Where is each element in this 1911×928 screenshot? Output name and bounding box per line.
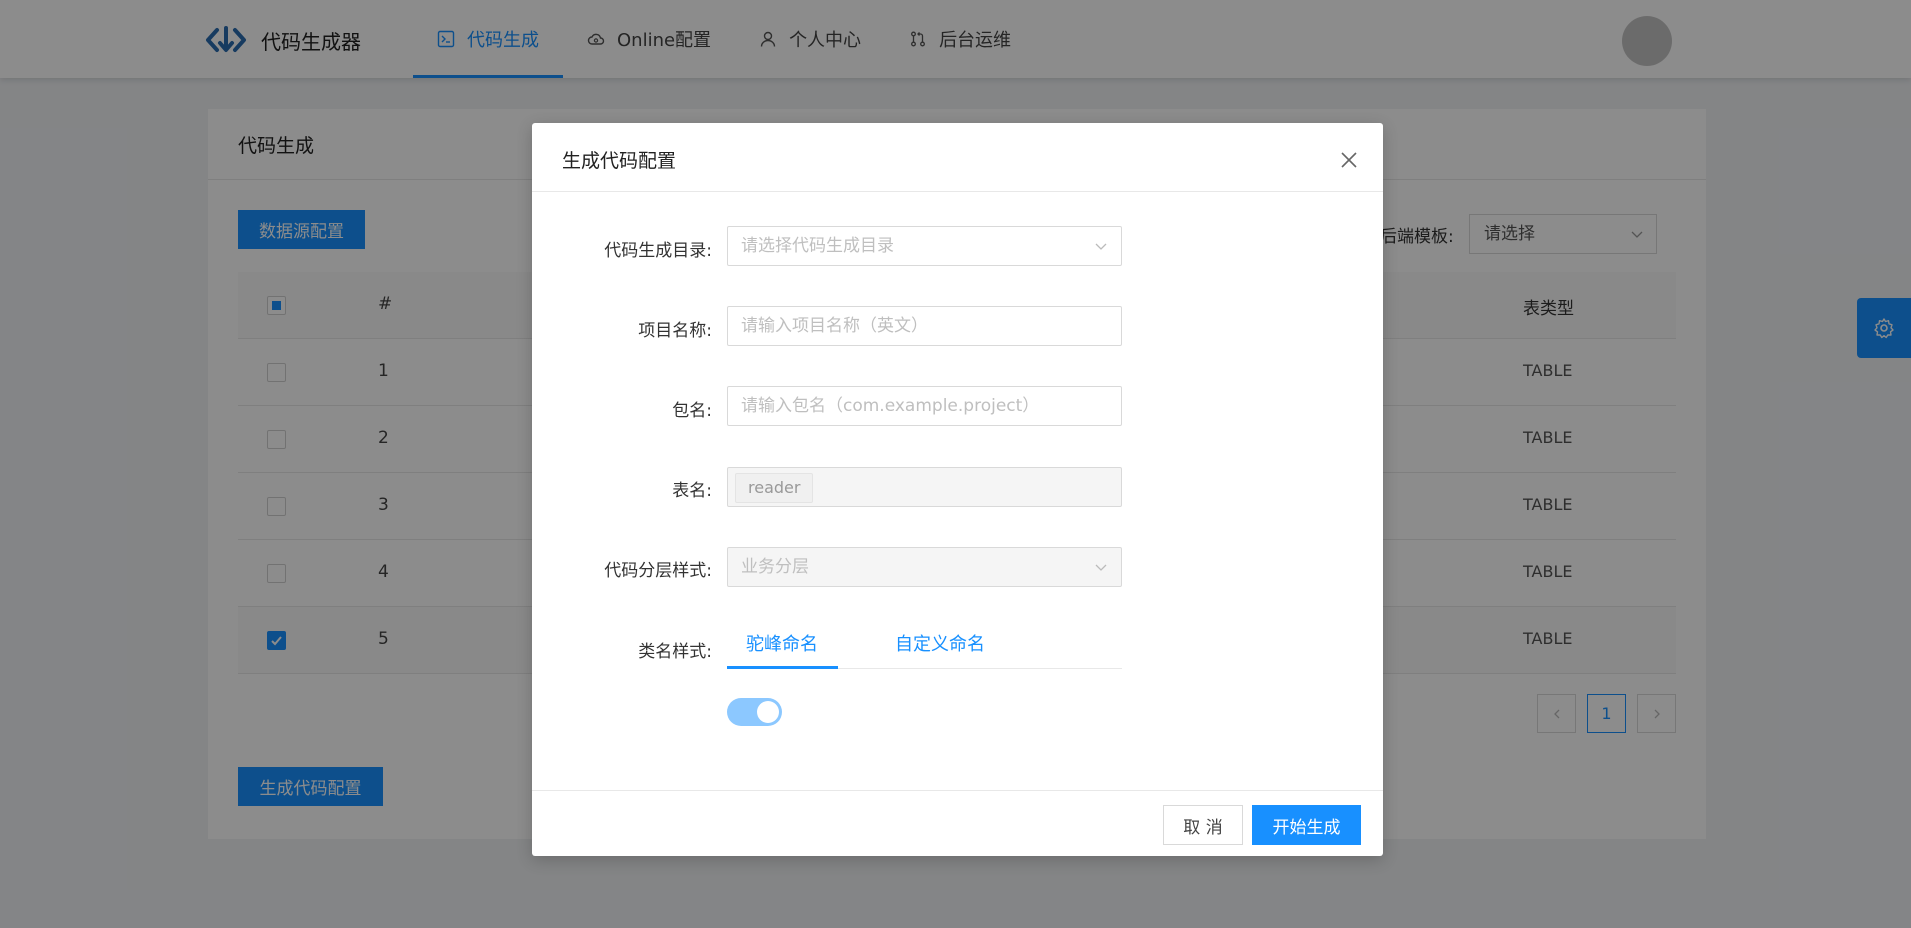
package-label: 包名: — [672, 401, 712, 421]
camel-case-switch[interactable] — [727, 698, 782, 726]
table-name-label: 表名: — [672, 481, 712, 501]
divider — [532, 790, 1383, 791]
dir-placeholder: 请选择代码生成目录 — [741, 236, 894, 256]
class-style-label: 类名样式: — [638, 642, 712, 662]
switch-knob — [757, 701, 779, 723]
table-tag: reader — [735, 473, 814, 503]
modal-title: 生成代码配置 — [562, 150, 677, 172]
tab-camel-case[interactable]: 驼峰命名 — [746, 630, 818, 656]
chevron-down-icon — [1095, 564, 1107, 571]
project-label: 项目名称: — [638, 321, 712, 341]
class-style-tabs: 驼峰命名 自定义命名 — [727, 616, 1122, 669]
generate-config-modal: 生成代码配置 代码生成目录: 请选择代码生成目录 项目名称: 请输入项目名称（英… — [532, 123, 1383, 856]
dir-select[interactable]: 请选择代码生成目录 — [727, 226, 1122, 266]
project-placeholder: 请输入项目名称（英文） — [741, 316, 928, 336]
package-placeholder: 请输入包名（com.example.project） — [741, 396, 1040, 416]
package-name-input[interactable]: 请输入包名（com.example.project） — [727, 386, 1122, 426]
cancel-button[interactable]: 取 消 — [1163, 805, 1243, 845]
layer-value: 业务分层 — [741, 557, 809, 577]
tab-custom-name[interactable]: 自定义命名 — [895, 630, 985, 656]
dir-label: 代码生成目录: — [604, 241, 712, 261]
divider — [532, 191, 1383, 192]
layer-label: 代码分层样式: — [604, 561, 712, 581]
close-icon[interactable] — [1338, 149, 1360, 171]
layer-style-select: 业务分层 — [727, 547, 1122, 587]
start-generate-button[interactable]: 开始生成 — [1252, 805, 1361, 845]
project-name-input[interactable]: 请输入项目名称（英文） — [727, 306, 1122, 346]
tab-ink-bar — [727, 666, 838, 669]
chevron-down-icon — [1095, 243, 1107, 250]
table-name-field: reader — [727, 467, 1122, 507]
